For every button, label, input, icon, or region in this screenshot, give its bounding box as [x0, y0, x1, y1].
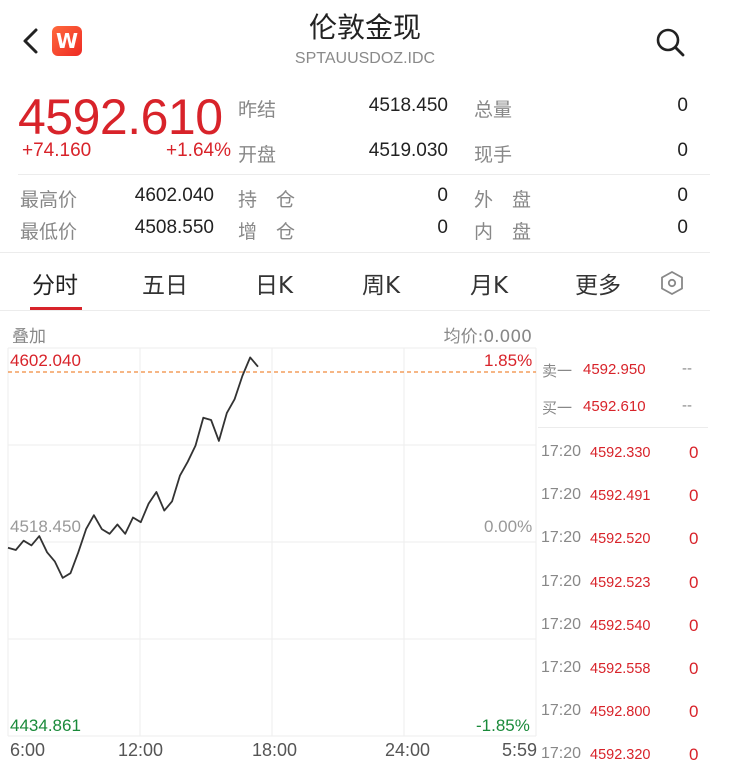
current-hand-label: 现手 — [474, 144, 513, 166]
tick-price: 4592.320 — [590, 747, 651, 764]
ask1-price: 4592.950 — [583, 361, 646, 378]
tick-price: 4592.330 — [590, 445, 651, 461]
y-axis-low-label: 4434.861 — [10, 716, 81, 735]
tick-vol: 0 — [689, 572, 699, 592]
prev-settle-label: 昨结 — [238, 99, 277, 121]
pct-low-label: -1.85% — [476, 716, 530, 735]
tick-vol: 0 — [689, 745, 699, 765]
tab-five-day[interactable]: 五日 — [142, 266, 188, 300]
current-hand-value: 0 — [677, 140, 688, 161]
tick-price: 4592.540 — [590, 617, 651, 634]
tab-monthly-k[interactable]: 月K — [470, 266, 508, 300]
tick-price: 4592.800 — [590, 704, 651, 721]
low-value: 4508.550 — [134, 217, 214, 238]
price-change: +74.160 — [22, 140, 92, 161]
price-change-percent: +1.64% — [166, 140, 231, 161]
symbol-code: SPTAUUSDOZ.IDC — [294, 50, 436, 67]
pct-high-label: 1.85% — [484, 351, 533, 370]
open-interest-label: 持 仓 — [238, 189, 296, 211]
tab-intraday[interactable]: 分时 — [32, 266, 78, 300]
position-change-label: 增 仓 — [238, 221, 296, 243]
price-line — [7, 356, 259, 579]
x-axis-label: 6:00 — [10, 740, 46, 760]
tick-vol: 0 — [689, 529, 699, 549]
x-axis-label: 12:00 — [118, 740, 164, 760]
tab-weekly-k[interactable]: 周K — [362, 266, 400, 300]
tick-time: 17:20 — [541, 486, 582, 504]
ask1-label: 卖一 — [542, 362, 573, 380]
page-title: 伦敦金现 — [308, 11, 421, 44]
divider — [18, 174, 710, 175]
chart-period-tabs: 分时 五日 日K 周K 月K 更多 — [0, 254, 710, 310]
open-interest-value: 0 — [437, 185, 448, 206]
tick-time: 17:20 — [541, 745, 582, 763]
divider — [0, 252, 710, 253]
high-value: 4602.040 — [134, 185, 214, 206]
settings-hexagon-icon[interactable] — [660, 270, 684, 296]
ask1-volume: -- — [682, 360, 692, 377]
last-price: 4592.610 — [18, 89, 223, 145]
position-change-value: 0 — [437, 217, 448, 238]
tab-daily-k[interactable]: 日K — [255, 266, 293, 300]
tick-vol: 0 — [689, 615, 699, 635]
x-axis-label: 5:59 — [502, 740, 538, 760]
tick-time: 17:20 — [541, 572, 582, 590]
inner-disk-value: 0 — [677, 217, 688, 238]
tick-price: 4592.523 — [590, 574, 651, 591]
divider — [538, 427, 708, 428]
y-axis-mid-label: 4518.450 — [10, 517, 81, 536]
tick-vol: 0 — [689, 702, 699, 722]
outer-disk-value: 0 — [677, 185, 688, 206]
bid1-label: 买一 — [542, 399, 573, 417]
tick-time: 17:20 — [541, 659, 582, 676]
prev-settle-value: 4518.450 — [368, 95, 448, 116]
x-axis-label: 24:00 — [385, 740, 431, 760]
pct-mid-label: 0.00% — [484, 517, 533, 536]
open-value: 4519.030 — [368, 140, 448, 161]
tick-price: 4592.558 — [590, 661, 651, 677]
tab-more[interactable]: 更多 — [575, 266, 621, 300]
low-label: 最低价 — [20, 221, 78, 243]
header-bar: W 伦敦金现 SPTAUUSDOZ.IDC — [0, 0, 730, 86]
inner-disk-label: 内 盘 — [474, 221, 532, 243]
open-label: 开盘 — [238, 144, 277, 166]
total-volume-label: 总量 — [474, 99, 513, 121]
tick-vol: 0 — [689, 659, 699, 678]
intraday-chart[interactable] — [0, 340, 540, 740]
tick-time: 17:20 — [541, 615, 582, 633]
tick-price: 4592.520 — [590, 531, 651, 548]
chart-grid — [7, 347, 537, 737]
tick-time: 17:20 — [541, 529, 582, 547]
tick-price: 4592.491 — [590, 488, 651, 505]
y-axis-high-label: 4602.040 — [10, 351, 81, 370]
high-label: 最高价 — [20, 189, 78, 211]
tick-time: 17:20 — [541, 702, 582, 720]
tick-vol: 0 — [689, 443, 699, 462]
outer-disk-label: 外 盘 — [474, 189, 532, 211]
tick-time: 17:20 — [541, 443, 582, 460]
bid1-volume: -- — [682, 397, 692, 414]
tick-vol: 0 — [689, 486, 699, 506]
bid1-price: 4592.610 — [583, 398, 646, 415]
x-axis-label: 18:00 — [252, 740, 298, 760]
search-icon[interactable] — [654, 26, 686, 58]
divider — [0, 310, 710, 311]
total-volume-value: 0 — [677, 95, 688, 116]
